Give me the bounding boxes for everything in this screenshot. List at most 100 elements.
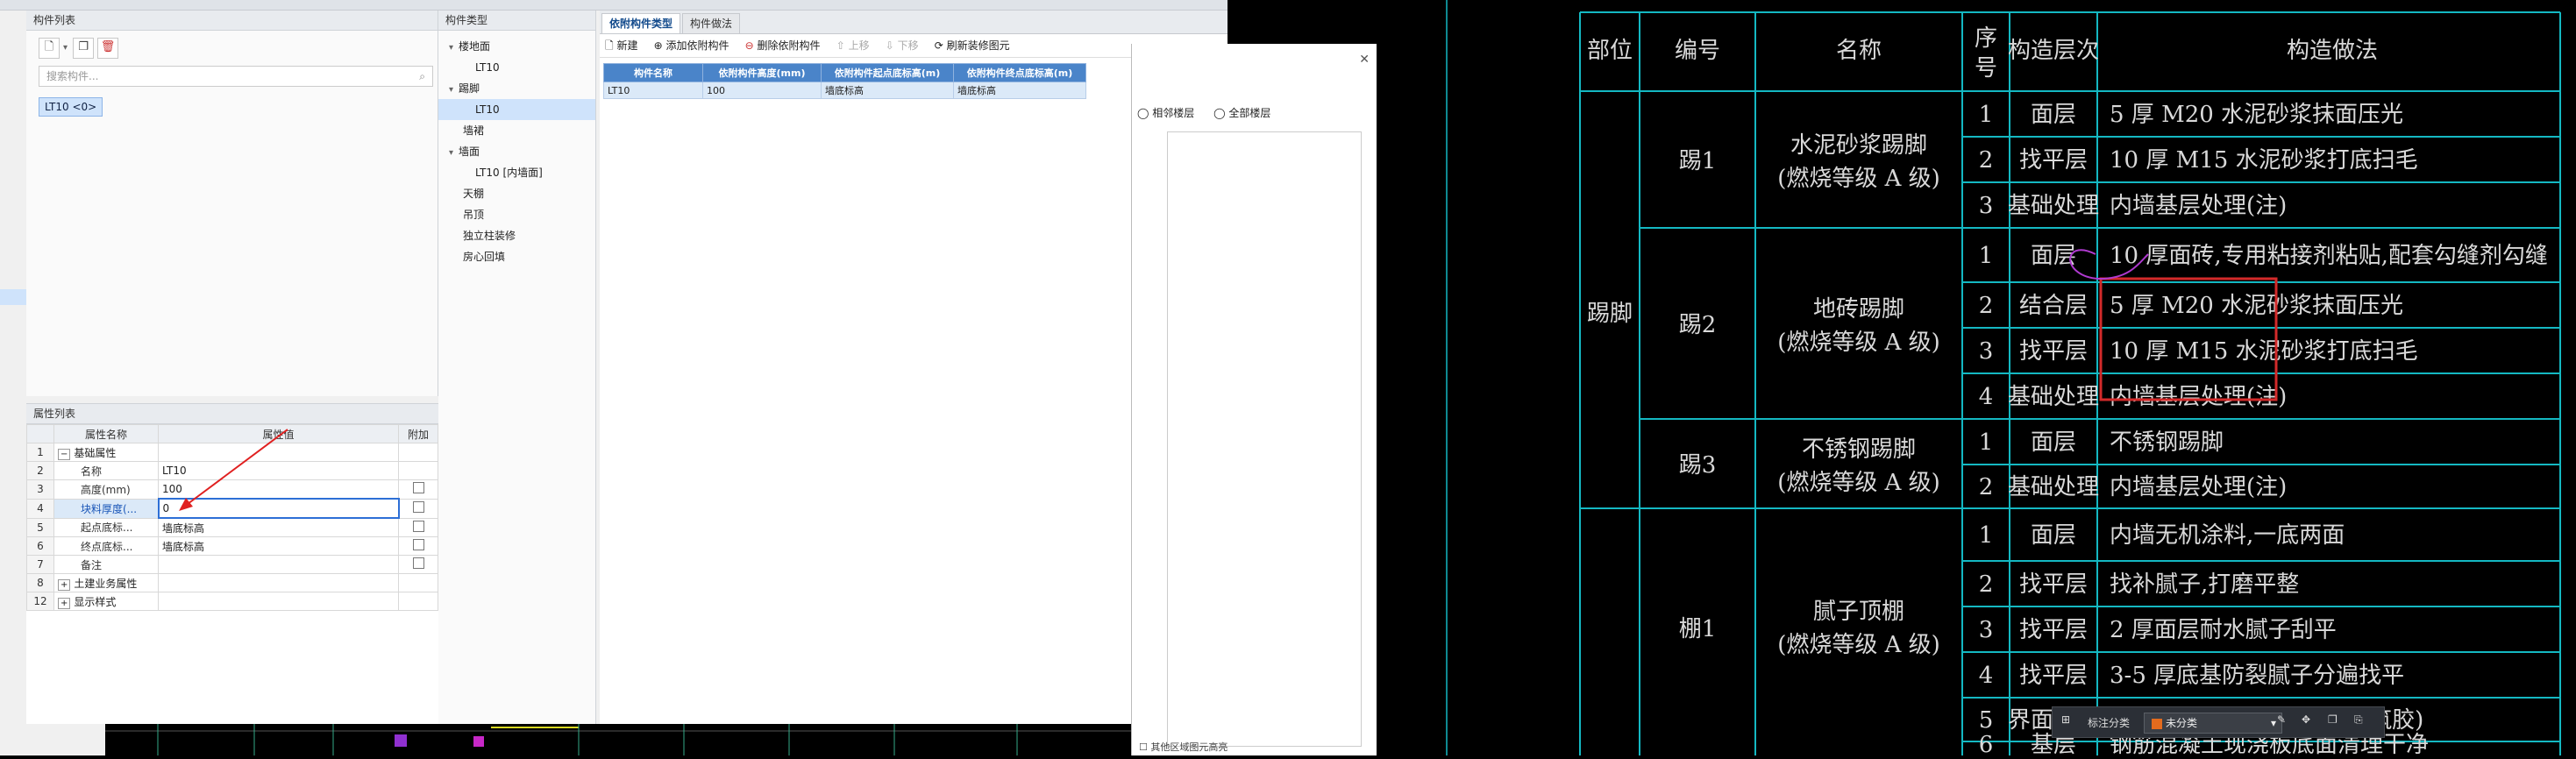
- grid-cell[interactable]: LT10: [603, 82, 703, 99]
- component-search-input[interactable]: 搜索构件... ⌕: [39, 66, 433, 87]
- extra-checkbox[interactable]: [412, 557, 424, 569]
- table-header: 部位: [1587, 38, 1633, 64]
- grid-cell[interactable]: 墙底标高: [821, 82, 954, 99]
- tree-item[interactable]: 吊顶: [438, 204, 595, 225]
- property-extra[interactable]: [398, 555, 438, 574]
- property-name-header: 属性名称: [53, 424, 159, 443]
- annotation-category-select[interactable]: 未分类 ▾: [2144, 713, 2282, 734]
- property-extra[interactable]: [398, 536, 438, 556]
- delete-icon[interactable]: 🗑: [97, 38, 119, 59]
- tree-item[interactable]: ▾ 墙面: [438, 141, 595, 162]
- highlight-other-checkbox[interactable]: ☐ 其他区域图元高亮: [1139, 740, 1228, 754]
- up-arrow-icon: ⇧: [836, 39, 849, 52]
- expand-icon[interactable]: +: [58, 597, 71, 609]
- header-seq: 序: [1975, 25, 1997, 52]
- grid-row[interactable]: LT10 100 墙底标高 墙底标高: [603, 82, 1086, 99]
- name-label: (燃烧等级 A 级): [1777, 470, 1940, 496]
- layout-icon[interactable]: ⊞: [2061, 713, 2070, 726]
- add-attached-button[interactable]: ⊕ 添加依附构件: [654, 34, 729, 57]
- property-extra[interactable]: [398, 479, 438, 500]
- extra-checkbox[interactable]: [412, 501, 424, 513]
- side-selection-indicator: [0, 289, 26, 305]
- seq-cell: 2: [1979, 571, 1994, 598]
- property-value[interactable]: [158, 573, 399, 592]
- paste-icon[interactable]: ⎘: [2354, 713, 2363, 727]
- row-number-header: [26, 424, 54, 443]
- extra-checkbox[interactable]: [412, 539, 424, 550]
- row-number: 6: [26, 536, 54, 556]
- property-value[interactable]: 墙底标高: [158, 517, 399, 537]
- floor-list-box[interactable]: [1167, 131, 1362, 747]
- close-icon[interactable]: ✕: [1359, 53, 1370, 67]
- property-value[interactable]: [158, 555, 399, 574]
- delete-attached-button[interactable]: ⊖ 删除依附构件: [745, 34, 821, 57]
- new-file-icon[interactable]: 🗋: [39, 38, 60, 59]
- property-extra[interactable]: [398, 498, 438, 519]
- dropdown-arrow-icon[interactable]: ▾: [63, 43, 68, 53]
- code-label: 踢2: [1679, 312, 1717, 338]
- grid-cell[interactable]: 墙底标高: [953, 82, 1086, 99]
- tree-item[interactable]: ▾ 楼地面: [438, 36, 595, 57]
- property-name: 终点底标...: [53, 536, 159, 556]
- name-label: 水泥砂浆踢脚: [1790, 132, 1927, 159]
- property-name: + 土建业务属性: [53, 573, 159, 592]
- seq-cell: 1: [1979, 102, 1994, 128]
- down-arrow-icon: ⇩: [885, 39, 898, 52]
- radio-adjacent-floors[interactable]: ◯ 相邻楼层: [1137, 107, 1194, 119]
- layer-cell: 面层: [2031, 102, 2076, 128]
- layer-cell: 结合层: [2019, 293, 2088, 319]
- copy-icon[interactable]: ❐: [73, 38, 95, 59]
- property-extra[interactable]: [398, 517, 438, 537]
- tree-item[interactable]: LT10 [内墙面]: [438, 162, 595, 183]
- property-row[interactable]: 7 备注: [26, 555, 438, 574]
- move-down-button[interactable]: ⇩ 下移: [886, 34, 919, 57]
- move-icon[interactable]: ✥: [2302, 713, 2310, 726]
- property-row[interactable]: 5 起点底标... 墙底标高: [26, 517, 438, 537]
- extra-checkbox[interactable]: [412, 482, 424, 494]
- tree-item[interactable]: LT10: [438, 99, 595, 120]
- tab-attached-types[interactable]: 依附构件类型: [601, 13, 681, 33]
- name-label: (燃烧等级 A 级): [1777, 166, 1940, 192]
- property-name: − 基础属性: [53, 443, 159, 462]
- property-value[interactable]: 墙底标高: [158, 536, 399, 556]
- floor-selection-dialog: ✕ ◯ 相邻楼层 ◯ 全部楼层 ☐ 其他区域图元高亮: [1131, 44, 1377, 755]
- property-row[interactable]: 6 终点底标... 墙底标高: [26, 536, 438, 556]
- table-header: 构造层次: [2008, 38, 2099, 64]
- grid-header-name: 构件名称: [603, 63, 703, 82]
- expand-arrow-icon[interactable]: ▾: [449, 148, 453, 158]
- component-type-panel: 构件类型 ▾ 楼地面 LT10 ▾ 踢脚 LT10 墙裙 ▾ 墙面 LT10 [内墙面] 天棚 吊顶独…: [438, 11, 596, 724]
- property-value[interactable]: [158, 592, 399, 611]
- method-cell: 10 厚 M15 水泥砂浆打底扫毛: [2110, 338, 2418, 365]
- component-list-item[interactable]: LT10 <0>: [39, 97, 103, 117]
- tree-item[interactable]: ▾ 踢脚: [438, 78, 595, 99]
- component-list-panel: 构件列表 🗋 ▾ ❐ 🗑 搜索构件... ⌕ LT10 <0>: [26, 11, 438, 396]
- component-type-tree: ▾ 楼地面 LT10 ▾ 踢脚 LT10 墙裙 ▾ 墙面 LT10 [内墙面] 天棚 吊顶 独立柱装修房…: [438, 31, 595, 267]
- refresh-decoration-button[interactable]: ⟳ 刷新装修图元: [935, 34, 1010, 57]
- construction-table-drawing: 部位 编号 名称 序号构造层次 构造做法踢脚 踢1 水泥砂浆踢脚 (燃烧等级 A 级) 踢2 地砖…: [1446, 0, 2561, 758]
- tree-item[interactable]: 墙裙: [438, 120, 595, 141]
- property-row[interactable]: 12 + 显示样式: [26, 592, 438, 611]
- cad-drawing-area[interactable]: 部位 编号 名称 序号构造层次 构造做法 踢脚 踢1 水泥砂浆踢脚 (燃烧等级 A 级) 踢2 地砖…: [1377, 0, 2576, 758]
- move-up-button[interactable]: ⇧ 上移: [836, 34, 870, 57]
- tree-item[interactable]: 房心回填: [438, 246, 595, 267]
- tree-item[interactable]: 天棚: [438, 183, 595, 204]
- expand-icon[interactable]: +: [58, 578, 71, 591]
- extra-checkbox[interactable]: [412, 520, 424, 532]
- tree-item[interactable]: LT10: [438, 57, 595, 78]
- grid-cell[interactable]: 100: [702, 82, 822, 99]
- property-name: 起点底标...: [53, 517, 159, 537]
- method-cell: 内墙基层处理(注): [2110, 384, 2287, 410]
- component-type-title: 构件类型: [438, 11, 595, 31]
- tree-item[interactable]: 独立柱装修: [438, 225, 595, 246]
- expand-arrow-icon[interactable]: ▾: [449, 43, 453, 53]
- copy-icon[interactable]: ❐: [2328, 713, 2338, 726]
- edit-icon[interactable]: ✎: [2277, 713, 2286, 726]
- search-icon[interactable]: ⌕: [419, 67, 425, 86]
- annotation-category-label: 标注分类: [2088, 717, 2131, 729]
- radio-all-floors[interactable]: ◯ 全部楼层: [1213, 107, 1270, 119]
- new-button[interactable]: 🗋 新建: [605, 34, 637, 57]
- property-row[interactable]: 8 + 土建业务属性: [26, 573, 438, 592]
- tab-component-method[interactable]: 构件做法: [682, 13, 741, 33]
- expand-arrow-icon[interactable]: ▾: [449, 85, 453, 95]
- expand-icon[interactable]: −: [58, 448, 71, 460]
